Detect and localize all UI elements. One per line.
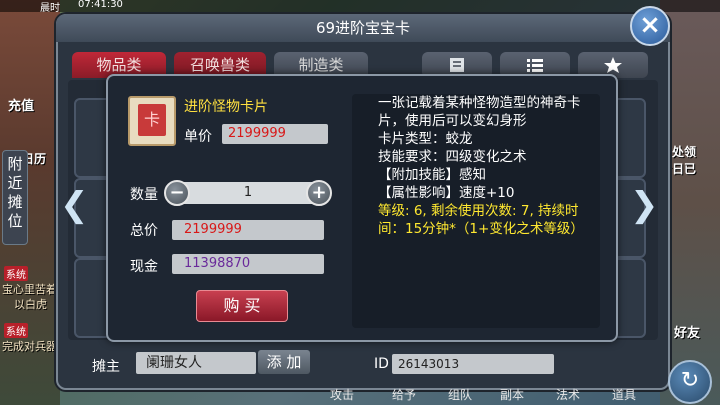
refresh-icon[interactable]: ↻ — [668, 360, 712, 404]
monster-card-icon: 卡 — [128, 96, 176, 146]
unit-price-value: 2199999 — [222, 124, 328, 144]
total-price-label: 总价 — [130, 223, 158, 239]
close-icon[interactable]: × — [630, 6, 670, 46]
cash-label: 现金 — [130, 259, 158, 275]
next-page-icon[interactable]: ❯ — [630, 185, 660, 225]
card-emblem: 卡 — [138, 104, 166, 136]
minus-icon[interactable]: − — [164, 180, 190, 206]
quantity-value[interactable]: 1 — [168, 184, 328, 202]
desc-line: 一张记载着某种怪物造型的神奇卡片，使用后可以变幻身形 — [378, 95, 581, 129]
bottom-menu-team[interactable]: 组队 — [448, 386, 472, 403]
bottom-menu-attack[interactable]: 攻击 — [330, 386, 354, 403]
seller-label: 摊主 — [92, 359, 120, 375]
cash-value: 11398870 — [172, 254, 324, 274]
star-icon — [604, 57, 622, 73]
nearby-stall-label: 附近摊位 — [7, 155, 23, 230]
total-price-value: 2199999 — [172, 220, 324, 240]
add-friend-button[interactable]: 添 加 — [258, 350, 310, 374]
plus-icon[interactable]: + — [306, 180, 332, 206]
chat-line: 宝心里苦着 — [2, 283, 57, 296]
desc-line: 卡片类型：蛟龙 — [378, 131, 473, 147]
friends-button[interactable]: 好友 — [674, 322, 700, 341]
desc-line: 技能要求：四级变化之术 — [378, 149, 527, 165]
desc-line: 【附加技能】感知 — [378, 167, 486, 183]
scroll-icon — [450, 58, 464, 72]
desc-line: 【属性影响】速度+10 — [378, 185, 515, 201]
id-label: ID — [374, 356, 389, 372]
bottom-menu-give[interactable]: 给予 — [392, 386, 416, 403]
item-name: 进阶怪物卡片 — [184, 99, 268, 115]
nearby-stall-button[interactable]: 附近摊位 — [2, 150, 28, 245]
time-label: 晨时 — [40, 3, 60, 14]
buy-button[interactable]: 购 买 — [196, 290, 288, 322]
unit-price-label: 单价 — [184, 129, 212, 145]
clock: 07:41:30 — [78, 0, 123, 10]
seller-id: 26143013 — [392, 354, 554, 374]
system-tag: 系统 — [4, 323, 28, 338]
seller-name: 阑珊女人 — [136, 352, 256, 374]
system-tag: 系统 — [4, 266, 28, 281]
item-description: 一张记载着某种怪物造型的神奇卡片，使用后可以变幻身形 卡片类型：蛟龙 技能要求：… — [378, 94, 603, 238]
prev-page-icon[interactable]: ❮ — [60, 185, 90, 225]
window-title: 69进阶宝宝卡 — [56, 14, 670, 42]
quantity-label: 数量 — [130, 187, 158, 203]
list-icon — [527, 59, 543, 72]
bottom-menu-spells[interactable]: 法术 — [556, 386, 580, 403]
right-notice: 处领 — [672, 145, 697, 159]
bottom-menu-items[interactable]: 道具 — [612, 386, 636, 403]
chat-line: 以白虎 — [14, 298, 47, 311]
desc-level-line: 等级: 6, 剩余使用次数: 7, 持续时间：15分钟*（1+变化之术等级） — [378, 203, 584, 237]
bottom-menu-dungeon[interactable]: 副本 — [500, 386, 524, 403]
chat-line: 完成对兵器 — [2, 340, 57, 353]
recharge-button[interactable]: 充值 — [8, 95, 34, 114]
